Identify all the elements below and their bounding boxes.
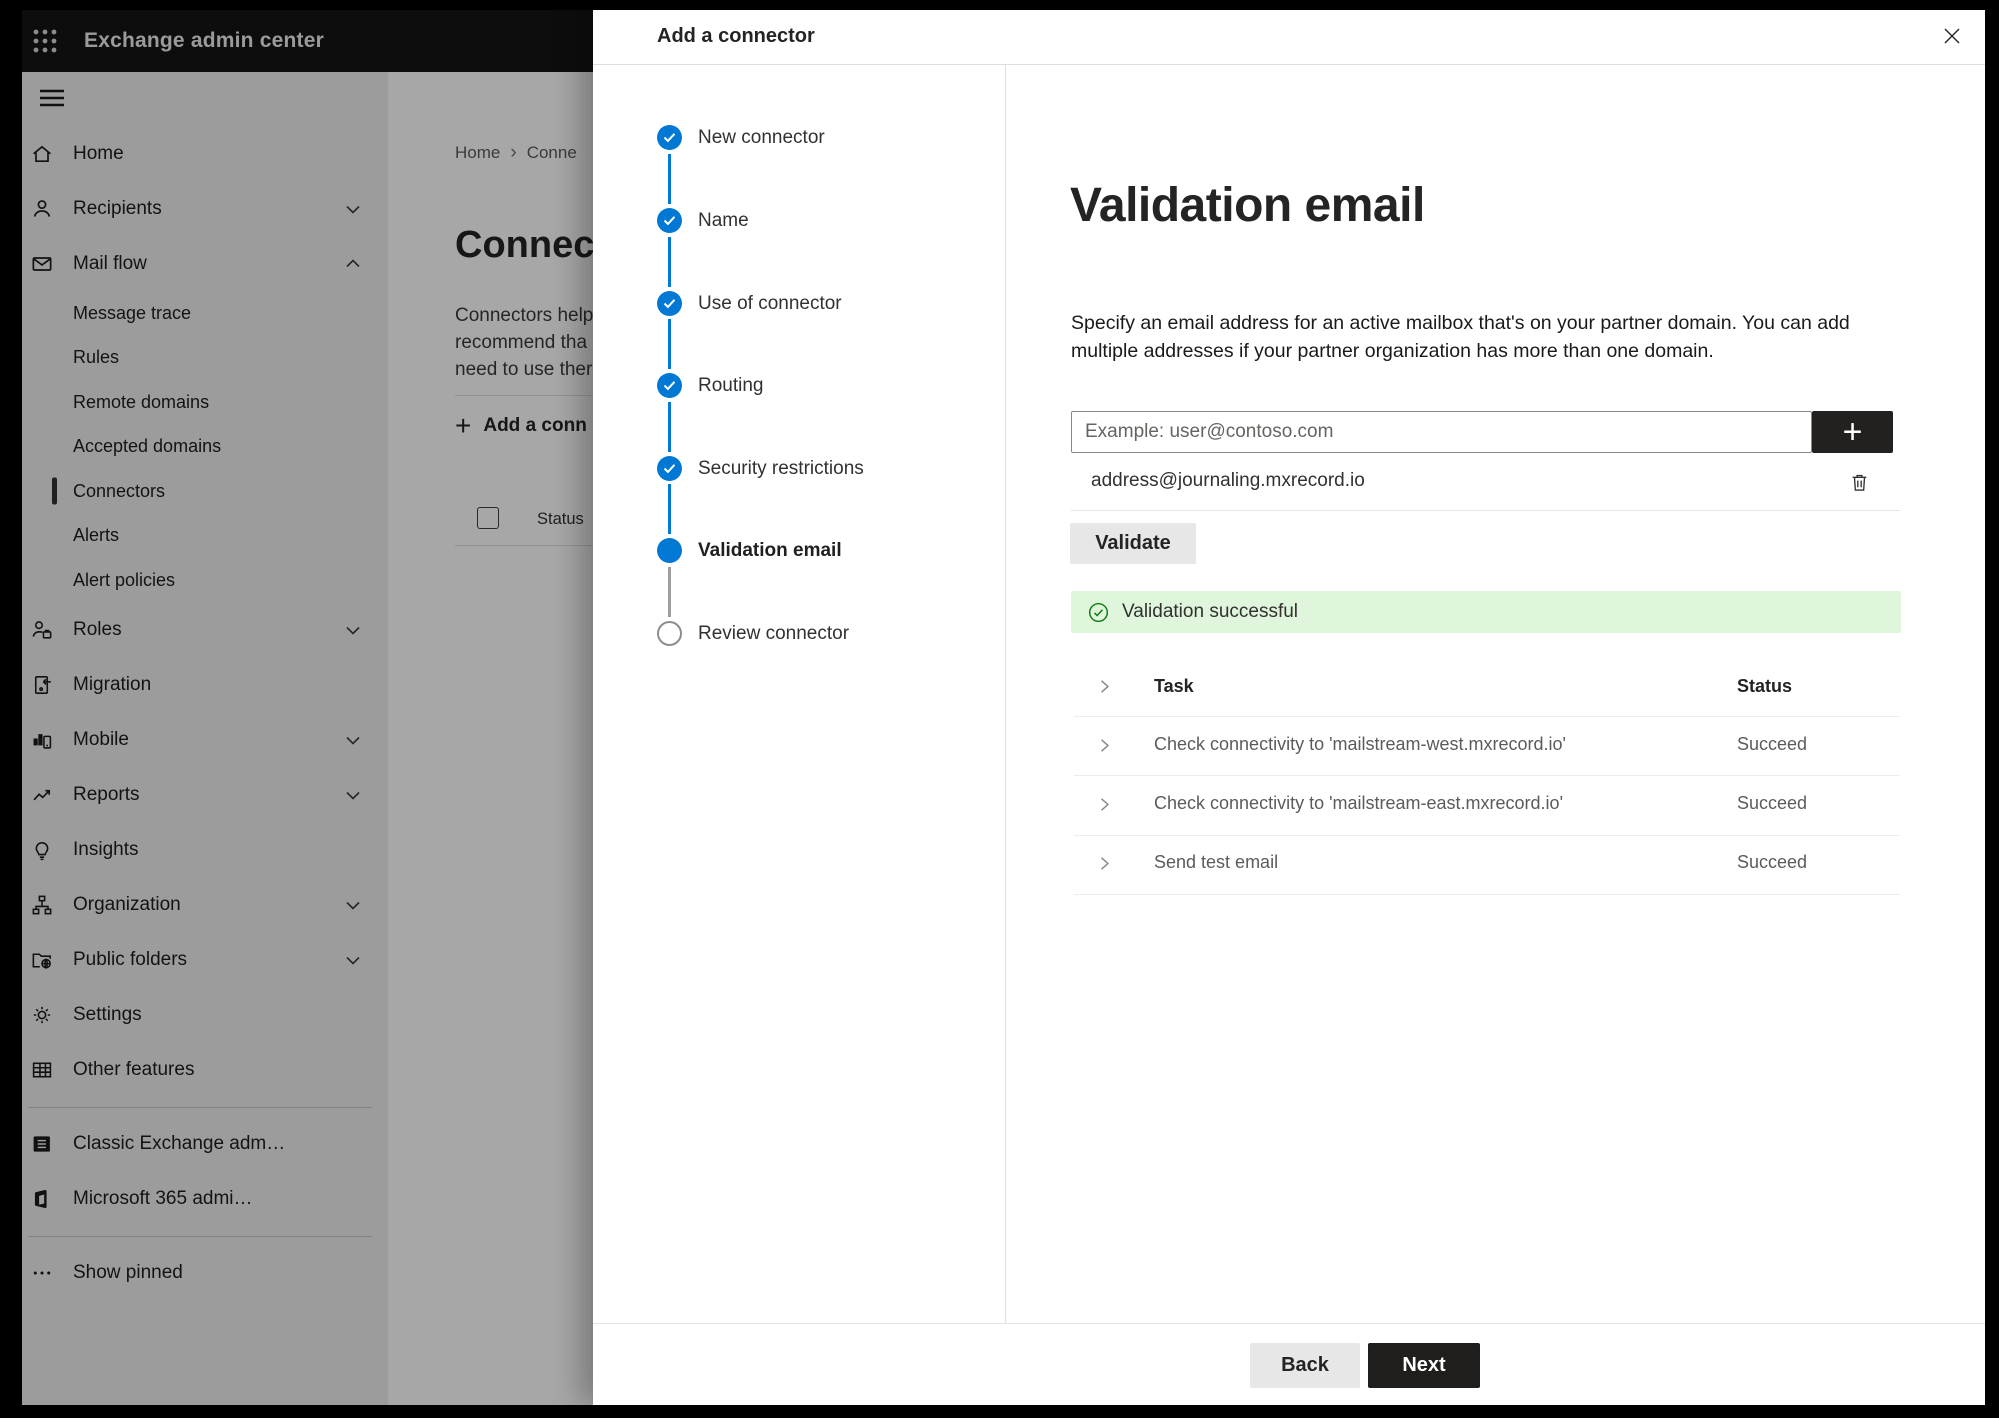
step-circle: [657, 621, 682, 646]
validate-button[interactable]: Validate: [1070, 523, 1196, 564]
check-icon: [663, 133, 676, 143]
address-list-divider: [1071, 510, 1900, 511]
expand-row-chevron-icon[interactable]: [1096, 796, 1113, 813]
email-address-input[interactable]: [1071, 411, 1812, 453]
next-button[interactable]: Next: [1368, 1343, 1480, 1388]
add-address-button[interactable]: +: [1812, 411, 1893, 453]
table-row-status: Succeed: [1737, 852, 1808, 872]
step-connector-line: [668, 402, 671, 452]
table-row-status: Succeed: [1737, 793, 1808, 813]
step-circle: [657, 125, 682, 150]
step-connector-line: [668, 154, 671, 204]
panel-header: Add a connector: [593, 10, 1985, 64]
validation-success-banner: Validation successful: [1071, 591, 1901, 633]
table-row-task: Check connectivity to 'mailstream-east.m…: [1154, 793, 1564, 813]
close-icon[interactable]: [1937, 21, 1967, 51]
exchange-admin-app: Exchange admin center Home Recipients Ma…: [22, 10, 1985, 1405]
expand-all-chevron-icon[interactable]: [1096, 678, 1113, 695]
step-description: Specify an email address for an active m…: [1071, 312, 1850, 362]
expand-row-chevron-icon[interactable]: [1096, 855, 1113, 872]
wizard-step-new-connector[interactable]: New connector: [657, 125, 825, 150]
step-heading: Validation email: [1070, 179, 1425, 232]
check-icon: [663, 464, 676, 474]
step-circle: [657, 373, 682, 398]
step-connector-line: [668, 567, 671, 617]
panel-title: Add a connector: [657, 25, 815, 47]
check-icon: [663, 381, 676, 391]
table-divider: [1074, 894, 1900, 895]
footer-divider: [593, 1323, 1985, 1324]
check-icon: [663, 216, 676, 226]
wizard-step-use-of-connector[interactable]: Use of connector: [657, 291, 842, 316]
screenshot-frame: Exchange admin center Home Recipients Ma…: [0, 0, 1999, 1418]
step-circle: [657, 291, 682, 316]
step-circle: [657, 538, 682, 563]
back-button[interactable]: Back: [1250, 1343, 1360, 1388]
add-connector-panel: Add a connector New connector Name Use o: [593, 10, 1985, 1405]
task-column-header: Task: [1154, 676, 1194, 696]
table-row-task: Send test email: [1154, 852, 1279, 872]
table-divider: [1074, 775, 1900, 776]
table-row-task: Check connectivity to 'mailstream-west.m…: [1154, 734, 1566, 754]
wizard-step-security-restrictions[interactable]: Security restrictions: [657, 456, 864, 481]
panel-header-divider: [593, 64, 1985, 65]
check-icon: [663, 299, 676, 309]
table-divider: [1074, 835, 1900, 836]
wizard-step-routing[interactable]: Routing: [657, 373, 764, 398]
expand-row-chevron-icon[interactable]: [1096, 737, 1113, 754]
table-row-status: Succeed: [1737, 734, 1808, 754]
wizard-step-review-connector[interactable]: Review connector: [657, 621, 849, 646]
step-circle: [657, 456, 682, 481]
wizard-step-name[interactable]: Name: [657, 208, 749, 233]
step-circle: [657, 208, 682, 233]
step-connector-line: [668, 484, 671, 534]
banner-text: Validation successful: [1122, 601, 1299, 622]
step-connector-line: [668, 319, 671, 369]
wizard-step-validation-email[interactable]: Validation email: [657, 538, 842, 563]
added-address-value: address@journaling.mxrecord.io: [1091, 470, 1365, 491]
wizard-divider: [1005, 65, 1006, 1323]
status-column-header: Status: [1737, 676, 1793, 696]
table-divider: [1074, 716, 1900, 717]
delete-address-icon[interactable]: [1845, 468, 1873, 496]
step-connector-line: [668, 237, 671, 287]
success-check-icon: [1088, 602, 1109, 623]
